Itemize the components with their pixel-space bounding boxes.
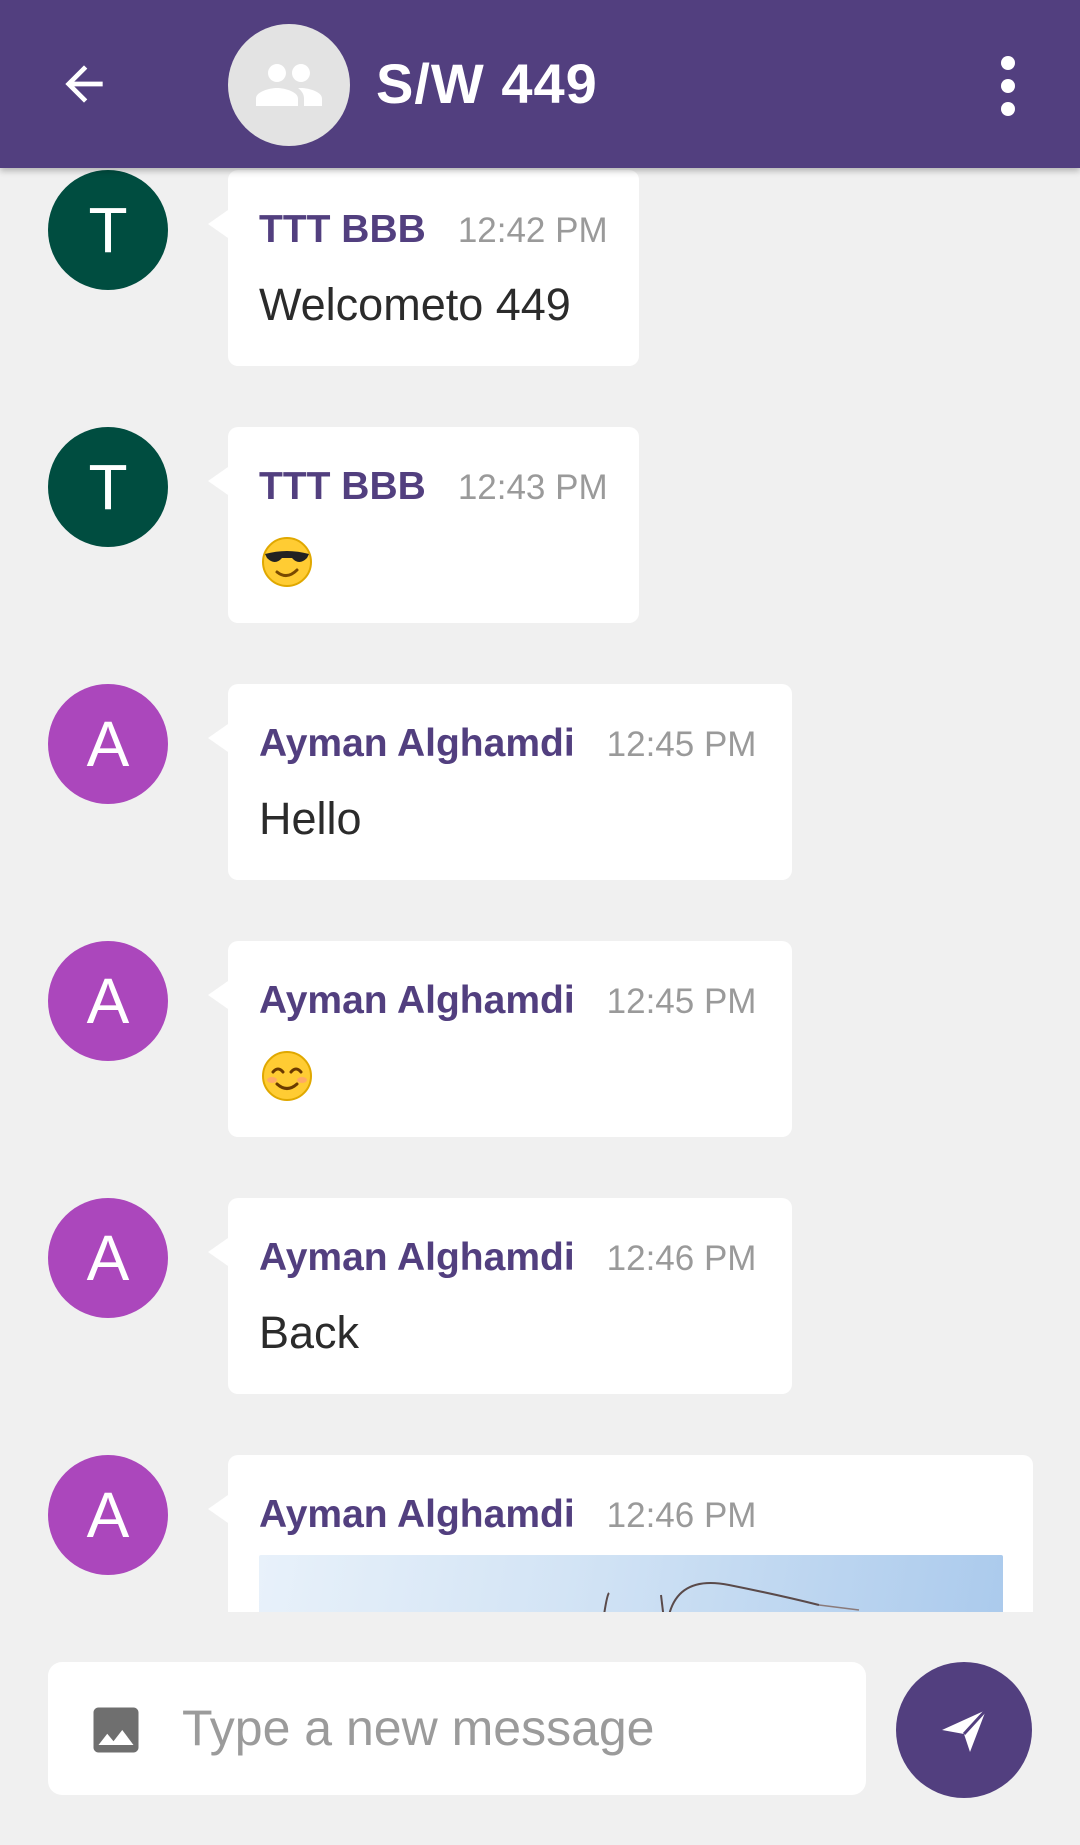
more-vert-icon <box>1001 56 1015 70</box>
message-emoji <box>259 1048 315 1104</box>
send-icon <box>942 1708 988 1752</box>
message-bubble[interactable]: Ayman Alghamdi 12:45 PM <box>208 941 792 1137</box>
sender-name: Ayman Alghamdi <box>259 979 575 1022</box>
overflow-menu-button[interactable] <box>986 56 1030 116</box>
group-avatar[interactable] <box>228 24 350 146</box>
more-vert-icon-dot <box>1001 102 1015 116</box>
message-bubble[interactable]: TTT BBB 12:42 PM Welcometo 449 <box>208 170 639 366</box>
avatar[interactable]: A <box>48 1198 168 1318</box>
message-bubble[interactable]: Ayman Alghamdi 12:45 PM Hello <box>208 684 792 880</box>
message-time: 12:46 PM <box>606 1239 757 1278</box>
avatar-letter: T <box>88 451 128 523</box>
avatar[interactable]: A <box>48 684 168 804</box>
sender-name: Ayman Alghamdi <box>259 1236 575 1279</box>
sender-name: TTT BBB <box>259 465 426 508</box>
message-bubble[interactable]: TTT BBB 12:43 PM <box>208 427 639 623</box>
sender-name: TTT BBB <box>259 208 426 251</box>
message-bubble[interactable]: Ayman Alghamdi 12:46 PM Back <box>208 1198 792 1394</box>
smiling-face-with-smiling-eyes-icon <box>262 1051 312 1101</box>
chat-title[interactable]: S/W 449 <box>376 50 598 118</box>
image-content <box>603 1582 860 1612</box>
smiling-face-with-sunglasses-icon <box>262 537 312 587</box>
message-input[interactable] <box>182 1682 842 1774</box>
arrow-back-icon <box>65 65 103 103</box>
avatar[interactable]: T <box>48 170 168 290</box>
avatar-letter: A <box>86 1479 130 1551</box>
message-bubble[interactable]: Ayman Alghamdi 12:46 PM <box>208 1455 1033 1612</box>
image-attachment[interactable] <box>259 1555 1003 1612</box>
message-text: Back <box>259 1307 360 1358</box>
message-time: 12:43 PM <box>457 468 608 507</box>
more-vert-icon-dot <box>1001 79 1015 93</box>
message-time: 12:45 PM <box>606 982 757 1021</box>
message-list[interactable]: T TTT BBB 12:42 PM Welcometo 449 T TTT B… <box>0 168 1080 1612</box>
avatar-letter: A <box>86 965 130 1037</box>
avatar[interactable]: A <box>48 1455 168 1575</box>
message-emoji <box>259 534 315 590</box>
image-icon[interactable] <box>86 1700 146 1760</box>
message-composer <box>48 1662 866 1795</box>
sender-name: Ayman Alghamdi <box>259 722 575 765</box>
avatar[interactable]: A <box>48 941 168 1061</box>
send-button[interactable] <box>896 1662 1032 1798</box>
avatar[interactable]: T <box>48 427 168 547</box>
sender-name: Ayman Alghamdi <box>259 1493 575 1536</box>
message-text: Welcometo 449 <box>259 279 571 330</box>
message-time: 12:42 PM <box>457 211 608 250</box>
avatar-letter: T <box>88 194 128 266</box>
avatar-letter: A <box>86 708 130 780</box>
group-icon <box>256 64 322 106</box>
message-time: 12:45 PM <box>606 725 757 764</box>
back-button[interactable] <box>44 46 124 122</box>
message-time: 12:46 PM <box>606 1496 757 1535</box>
app-bar: S/W 449 <box>0 0 1080 168</box>
avatar-letter: A <box>86 1222 130 1294</box>
message-text: Hello <box>259 793 362 844</box>
